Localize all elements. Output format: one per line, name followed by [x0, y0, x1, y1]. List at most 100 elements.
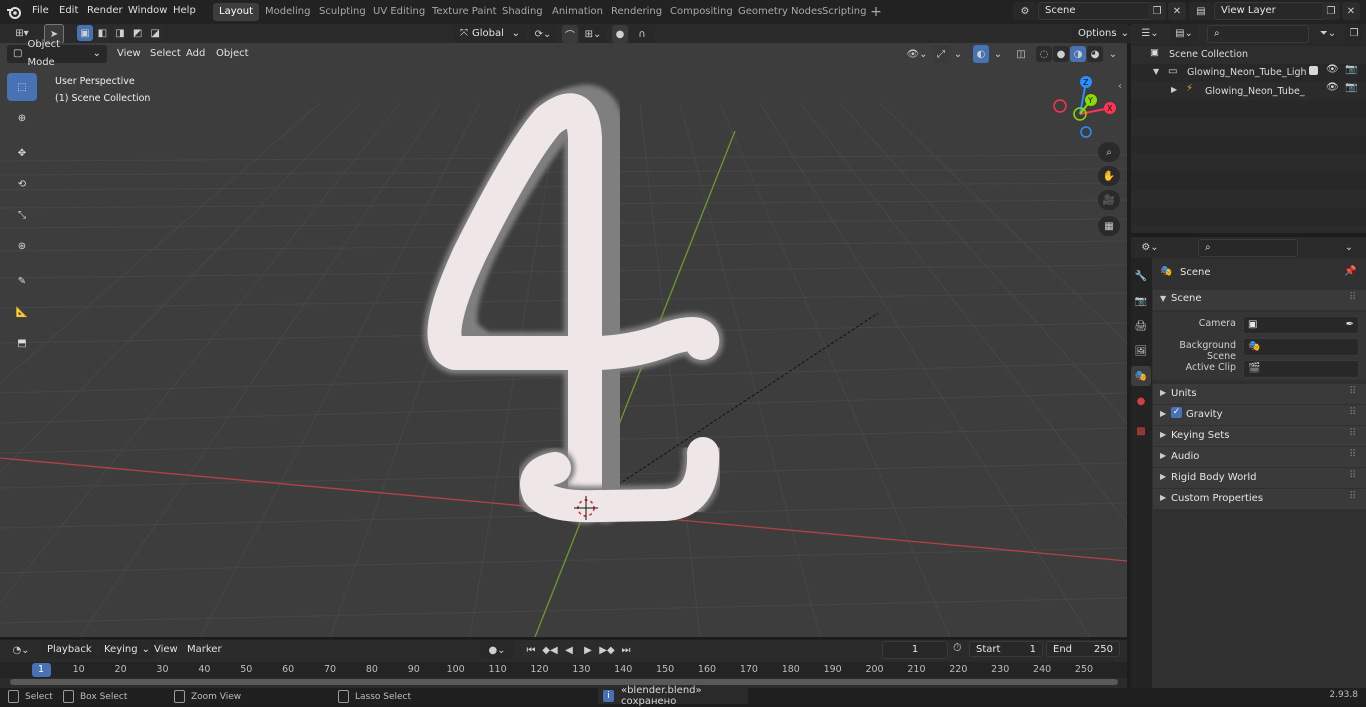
add-menu[interactable]: Add: [180, 45, 211, 63]
eye-icon[interactable]: 👁: [1326, 82, 1339, 93]
transform-orientation-dropdown[interactable]: ⤧ Global ⌄: [454, 25, 526, 43]
outliner-item-object[interactable]: Glowing_Neon_Tube_Ligl: [1205, 86, 1305, 97]
drag-handle-icon[interactable]: ⠿: [1349, 386, 1356, 397]
display-mode-icon[interactable]: ▤⌄: [1170, 24, 1198, 42]
eye-icon[interactable]: 👁: [1326, 64, 1339, 75]
pan-hand-icon[interactable]: ✋: [1098, 166, 1120, 186]
tab-animation[interactable]: Animation: [546, 3, 609, 21]
tab-uv-editing[interactable]: UV Editing: [367, 3, 431, 21]
select-box-tool[interactable]: ⬚: [7, 73, 37, 101]
tab-modeling[interactable]: Modeling: [259, 3, 317, 21]
expand-arrow-icon[interactable]: ▶: [1171, 85, 1177, 94]
world-tab-icon[interactable]: ●: [1131, 391, 1151, 411]
exclude-checkbox[interactable]: [1309, 66, 1318, 75]
new-scene-icon[interactable]: ❐: [1148, 2, 1166, 20]
xray-toggle-icon[interactable]: ◫: [1013, 45, 1029, 63]
add-cube-tool[interactable]: ⬒: [7, 329, 37, 357]
view-layer-field[interactable]: View Layer: [1214, 2, 1326, 20]
scene-name-field[interactable]: Scene: [1038, 2, 1154, 20]
drag-handle-icon[interactable]: ⠿: [1349, 491, 1356, 502]
end-frame-field[interactable]: End 250: [1046, 641, 1120, 657]
jump-to-end-icon[interactable]: ⏭: [617, 641, 635, 659]
view-layer-browse-icon[interactable]: ▤: [1189, 2, 1213, 20]
output-tab-icon[interactable]: 🖨: [1131, 316, 1151, 336]
timeline-view-menu[interactable]: View: [148, 641, 184, 659]
pivot-point-icon[interactable]: ⟳⌄: [530, 25, 556, 43]
move-tool[interactable]: ✥: [7, 139, 37, 167]
outliner-row[interactable]: [1131, 46, 1366, 64]
gizmo-toggle-icon[interactable]: ⤢: [933, 45, 949, 63]
3d-viewport[interactable]: [0, 43, 1127, 637]
eyedropper-icon[interactable]: ✒: [1346, 317, 1354, 333]
delete-view-layer-icon[interactable]: ✕: [1342, 2, 1360, 20]
new-view-layer-icon[interactable]: ❐: [1322, 2, 1340, 20]
menu-window[interactable]: Window: [123, 0, 172, 24]
tab-geometry-nodes[interactable]: Geometry Nodes: [732, 3, 828, 21]
tab-rendering[interactable]: Rendering: [605, 3, 668, 21]
tab-scripting[interactable]: Scripting: [816, 3, 872, 21]
snap-target-icon[interactable]: ⊞⌄: [580, 25, 606, 43]
scale-tool[interactable]: ⤡: [7, 201, 37, 229]
options-dropdown[interactable]: Options ⌄: [1072, 25, 1135, 43]
active-clip-field[interactable]: 🎬: [1243, 360, 1359, 378]
tab-texture-paint[interactable]: Texture Paint: [426, 3, 503, 21]
material-preview-shading-icon[interactable]: ◑: [1070, 46, 1086, 62]
background-scene-field[interactable]: 🎭: [1243, 338, 1359, 356]
outliner-editor-type-icon[interactable]: ☰⌄: [1136, 24, 1164, 42]
extend-selection-icon[interactable]: ◧: [94, 25, 111, 41]
scene-tab-icon[interactable]: 🎭: [1131, 366, 1151, 386]
falloff-icon[interactable]: ∩: [630, 25, 654, 43]
outliner-search-field[interactable]: ⌕: [1207, 25, 1309, 43]
jump-to-keyframe-forward-icon[interactable]: ▶◆: [598, 641, 616, 659]
properties-search-field[interactable]: ⌕: [1198, 239, 1298, 257]
render-camera-icon[interactable]: 📷: [1345, 82, 1357, 93]
tool-tab-icon[interactable]: 🔧: [1131, 266, 1151, 286]
menu-file[interactable]: File: [27, 0, 54, 24]
view-layer-tab-icon[interactable]: 🖼: [1131, 341, 1151, 361]
filter-icon[interactable]: ⏷⌄: [1316, 24, 1340, 42]
play-reverse-icon[interactable]: ◀: [560, 641, 578, 659]
gizmo-options-icon[interactable]: ⌄: [951, 45, 965, 63]
drag-handle-icon[interactable]: ⠿: [1349, 428, 1356, 439]
blender-logo-icon[interactable]: [6, 4, 22, 20]
menu-edit[interactable]: Edit: [54, 0, 83, 24]
measure-tool[interactable]: 📐: [7, 298, 37, 326]
navigation-gizmo[interactable]: Z X Y: [1050, 74, 1122, 140]
timer-icon[interactable]: ⏱: [953, 641, 962, 655]
jump-to-start-icon[interactable]: ⏮: [522, 641, 540, 659]
transform-tool[interactable]: ⊛: [7, 232, 37, 260]
visibility-selectability-icon[interactable]: 👁⌄: [903, 45, 931, 63]
play-icon[interactable]: ▶: [579, 641, 597, 659]
drag-handle-icon[interactable]: ⠿: [1349, 292, 1356, 303]
subtract-selection-icon[interactable]: ◨: [112, 25, 128, 41]
properties-options-icon[interactable]: ⌄: [1340, 238, 1358, 256]
menu-render[interactable]: Render: [82, 0, 128, 24]
timeline-scrollbar[interactable]: [10, 679, 1118, 685]
neon-tube-object[interactable]: [423, 84, 724, 527]
camera-view-icon[interactable]: 🎥: [1098, 190, 1120, 210]
proportional-edit-icon[interactable]: ●: [612, 25, 628, 43]
pin-icon[interactable]: 📌: [1344, 266, 1356, 277]
auto-keying-icon[interactable]: ●⌄: [480, 641, 514, 659]
menu-help[interactable]: Help: [168, 0, 201, 24]
new-collection-icon[interactable]: ❐: [1345, 24, 1363, 42]
drag-handle-icon[interactable]: ⠿: [1349, 470, 1356, 481]
camera-field[interactable]: ▣ ✒: [1243, 316, 1359, 334]
gravity-panel[interactable]: [1153, 405, 1366, 425]
current-frame-field[interactable]: 1: [882, 641, 948, 659]
invert-selection-icon[interactable]: ◩: [129, 25, 146, 41]
object-mode-dropdown[interactable]: ▢ Object Mode ⌄: [7, 39, 107, 68]
start-frame-field[interactable]: Start 1: [969, 641, 1043, 657]
object-menu[interactable]: Object: [210, 45, 255, 63]
outliner-item-collection[interactable]: Glowing_Neon_Tube_Light_Di: [1187, 67, 1307, 78]
expand-arrow-icon[interactable]: ▼: [1153, 67, 1159, 76]
scene-browse-icon[interactable]: ⚙: [1013, 2, 1037, 20]
intersect-selection-icon[interactable]: ◪: [147, 25, 163, 41]
drag-handle-icon[interactable]: ⠿: [1349, 407, 1356, 418]
view-menu[interactable]: View: [111, 45, 147, 63]
tab-shading[interactable]: Shading: [496, 3, 549, 21]
perspective-toggle-icon[interactable]: ▦: [1098, 216, 1120, 236]
rendered-shading-icon[interactable]: ◕: [1087, 46, 1103, 62]
tab-sculpting[interactable]: Sculpting: [313, 3, 372, 21]
render-tab-icon[interactable]: 📷: [1131, 291, 1151, 311]
